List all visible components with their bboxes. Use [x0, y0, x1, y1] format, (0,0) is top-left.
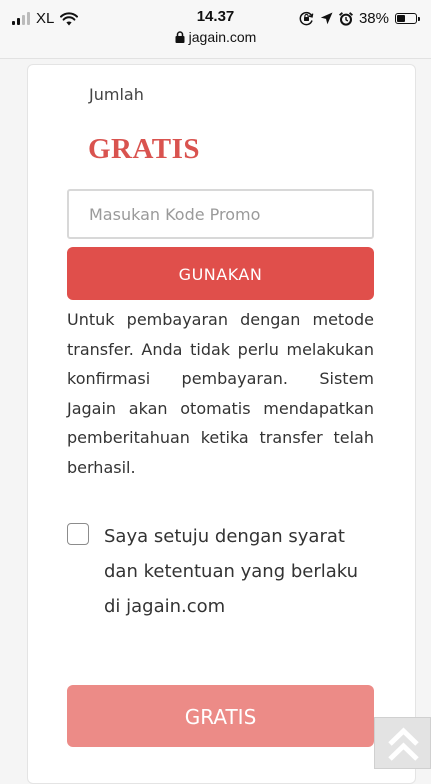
- url-text: jagain.com: [188, 29, 257, 45]
- status-right: 38%: [299, 10, 420, 27]
- terms-label[interactable]: Saya setuju dengan syarat dan ketentuan …: [104, 519, 366, 624]
- submit-free-button[interactable]: GRATIS: [67, 685, 374, 747]
- rotation-lock-icon: [299, 11, 314, 26]
- total-label: Jumlah: [89, 85, 144, 104]
- battery-percent: 38%: [358, 10, 389, 27]
- scroll-to-top-button[interactable]: [374, 717, 431, 769]
- address-bar[interactable]: jagain.com: [0, 29, 431, 45]
- location-icon: [320, 12, 333, 25]
- total-value: GRATIS: [88, 133, 201, 165]
- terms-checkbox[interactable]: [67, 523, 89, 545]
- lock-icon: [175, 31, 185, 43]
- promo-code-input[interactable]: [67, 189, 374, 239]
- alarm-icon: [338, 11, 353, 26]
- apply-promo-button[interactable]: GUNAKAN: [67, 247, 374, 300]
- battery-icon: [395, 13, 420, 24]
- status-bar: XL 14.37 jagain.com 38%: [0, 0, 431, 59]
- double-chevron-up-icon: [388, 727, 419, 761]
- transfer-info-text: Untuk pembayaran dengan metode transfer.…: [67, 310, 374, 477]
